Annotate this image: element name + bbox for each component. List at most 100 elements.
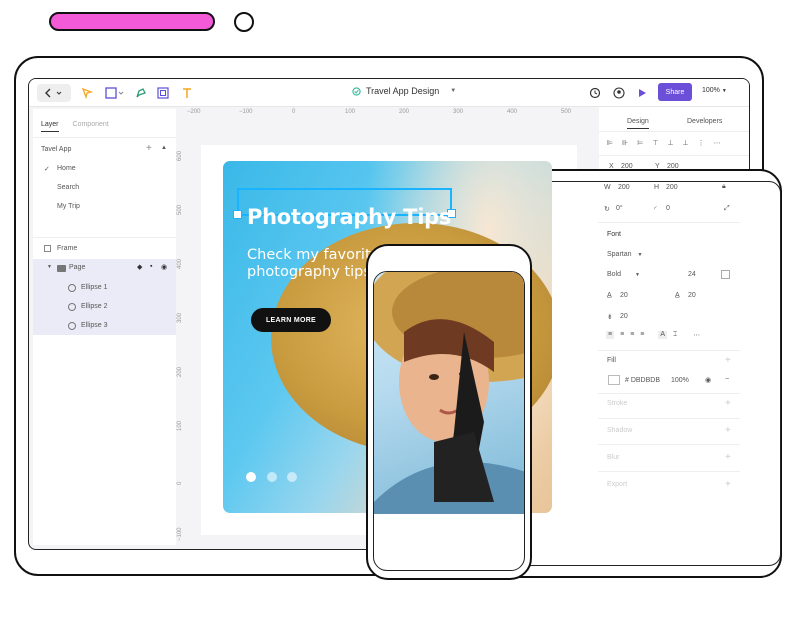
zoom-select[interactable]: 100% ▼ [702,87,727,94]
paragraph-field[interactable]: 20 [620,313,628,320]
sync-check-icon [352,86,361,96]
add-blur-icon[interactable]: + [725,452,731,463]
w-field[interactable]: 200 [618,184,630,191]
fill-hex-field[interactable]: # DBDBDB [625,377,660,384]
zoom-level: 100% [702,87,720,94]
align-left-icon[interactable]: ⊫ [607,139,613,147]
more-icon[interactable]: ⋯ [693,331,700,339]
divider [598,393,740,394]
phone-screen [373,271,525,571]
align-right-icon[interactable]: ⊨ [637,139,643,147]
add-page-icon[interactable]: + [146,143,152,154]
learn-more-button[interactable]: LEARN MORE [251,308,331,332]
text-align-right-icon[interactable]: ≡ [630,331,634,339]
divider [599,155,749,156]
text-align-center-icon[interactable]: ≡ [620,331,624,339]
line-height-field[interactable]: 20 [620,292,628,299]
fill-swatch[interactable] [608,375,620,385]
distribute-v-icon[interactable]: ⋯ [714,139,721,147]
text-tool-icon[interactable] [181,84,193,102]
frame-tool-icon[interactable] [105,84,125,102]
play-icon[interactable] [637,84,647,102]
color-swatch[interactable] [721,270,730,279]
file-title[interactable]: Travel App Design ▼ [352,86,456,96]
add-export-icon[interactable]: + [725,479,731,490]
expand-icon[interactable]: ▼ [47,264,52,270]
add-shadow-icon[interactable]: + [725,425,731,436]
carousel-dot[interactable] [287,472,297,482]
chevron-down-icon: ▼ [637,252,643,258]
tab-developers[interactable]: Developers [687,118,722,125]
distribute-icon[interactable]: ⋮ [698,139,705,147]
divider [598,471,740,472]
carousel-dot-active[interactable] [246,472,256,482]
text-justify-icon[interactable]: ≡ [640,331,644,339]
chevron-down-icon: ▼ [634,272,640,278]
remove-fill-icon[interactable]: − [725,376,729,383]
add-stroke-icon[interactable]: + [725,398,731,409]
tab-design[interactable]: Design [627,118,649,129]
align-center-icon[interactable]: ⊪ [622,139,628,147]
file-title-label: Travel App Design [366,86,440,96]
check-icon: ✓ [44,166,50,173]
share-button[interactable]: Share [658,83,692,101]
layer-frame[interactable]: Frame [57,245,77,252]
ellipse-icon [68,322,76,330]
resize-handle[interactable] [233,210,242,219]
chevron-down-icon: ▼ [450,88,457,94]
layer-page[interactable]: Page [69,264,85,271]
h-field[interactable]: 200 [666,184,678,191]
rotation-field[interactable]: 0° [616,205,623,212]
pen-tool-icon[interactable] [135,84,147,102]
fullscreen-icon[interactable]: ⤢ [724,205,730,213]
ruler-tick: 500 [561,109,572,115]
font-weight-select[interactable]: Bold ▼ [607,271,640,278]
history-icon[interactable] [589,84,601,102]
text-align-left-icon[interactable]: ≡ [606,331,615,339]
align-top-icon[interactable]: ⊤ [652,139,658,147]
align-middle-icon[interactable]: ⊥ [667,139,673,147]
text-align-toolbar: ≡ ≡ ≡ ≡ A ⌶ ⋯ [606,331,700,339]
text-case-icon[interactable]: A [658,331,668,339]
nav-back-button[interactable] [37,84,71,102]
font-family-select[interactable]: Spartan ▼ [607,251,642,258]
page-item-search[interactable]: Search [57,184,79,191]
lock-icon[interactable]: ▪ [150,263,152,270]
page-group-title[interactable]: Tavel App [41,146,71,153]
divider [598,418,740,419]
ruler-tick: 100 [177,420,183,431]
layers-tabs: Layer Component [41,121,109,132]
ruler-tick: −200 [187,109,201,115]
text-frame-icon[interactable]: ⌶ [673,331,677,339]
image-tool-icon[interactable] [157,84,169,102]
stroke-section-title[interactable]: Stroke [607,400,627,407]
radius-field[interactable]: 0 [666,205,670,212]
collapse-icon[interactable]: ▲ [161,145,167,151]
tab-layer[interactable]: Layer [41,121,59,132]
blur-section-title[interactable]: Blur [607,454,619,461]
page-item-mytrip[interactable]: My Trip [57,203,80,210]
layer-ellipse-1[interactable]: Ellipse 1 [81,284,107,291]
hero-title[interactable]: Photography Tips [247,205,451,229]
tab-component[interactable]: Component [73,121,109,132]
component-icon[interactable]: ◆ [137,263,142,271]
layer-ellipse-3[interactable]: Ellipse 3 [81,322,107,329]
font-size-field[interactable]: 24 [688,271,696,278]
chevron-down-icon: ▼ [721,88,727,94]
fill-opacity-field[interactable]: 100% [671,377,689,384]
select-tool-icon[interactable] [81,84,93,102]
shadow-section-title[interactable]: Shadow [607,427,632,434]
page-item-home[interactable]: Home [57,165,76,172]
user-icon[interactable] [613,84,625,102]
letter-spacing-field[interactable]: 20 [688,292,696,299]
layer-ellipse-2[interactable]: Ellipse 2 [81,303,107,310]
portrait-photo [374,272,524,514]
eye-icon[interactable]: ◉ [161,263,167,271]
fill-visibility-icon[interactable]: ◉ [705,376,711,384]
export-section-title[interactable]: Export [607,481,627,488]
ruler-tick: 0 [177,481,183,485]
add-fill-icon[interactable]: + [725,355,731,366]
lock-ratio-icon[interactable]: 🔒︎ [722,183,726,191]
carousel-dot[interactable] [267,472,277,482]
align-bottom-icon[interactable]: ⊥ [683,139,689,147]
